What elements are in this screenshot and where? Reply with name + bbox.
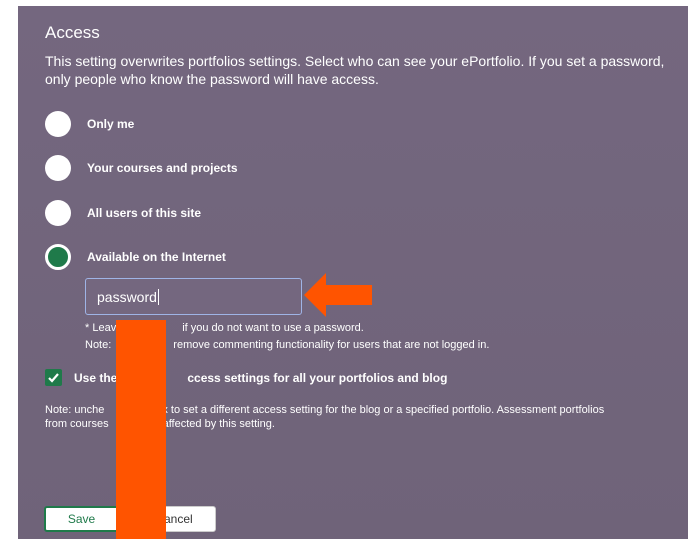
note-text: Note: <box>85 339 112 351</box>
radio-circle-selected[interactable] <box>45 244 71 270</box>
radio-available-internet[interactable]: Available on the Internet <box>45 243 226 271</box>
arrow-left-icon <box>304 273 372 317</box>
password-input[interactable] <box>85 278 302 315</box>
access-description: This setting overwrites portfolios setti… <box>45 53 665 87</box>
access-title: Access <box>45 23 100 42</box>
save-button[interactable]: Save <box>44 506 119 532</box>
radio-label: Your courses and projects <box>87 161 238 175</box>
redaction-bar <box>116 320 166 539</box>
check-icon[interactable] <box>45 369 62 386</box>
radio-your-courses[interactable]: Your courses and projects <box>45 154 238 182</box>
radio-label: Available on the Internet <box>87 250 226 264</box>
apply-all-checkbox-row[interactable]: Use the ccess settings for all your portf… <box>45 369 447 386</box>
radio-circle[interactable] <box>45 200 71 226</box>
radio-circle[interactable] <box>45 155 71 181</box>
radio-circle[interactable] <box>45 111 71 137</box>
note-text: * Leav <box>85 322 117 334</box>
radio-all-users[interactable]: All users of this site <box>45 199 201 227</box>
note-text: if you do not want to use a password. <box>182 322 364 334</box>
text-caret <box>158 289 159 305</box>
radio-label: All users of this site <box>87 206 202 220</box>
radio-only-me[interactable]: Only me <box>45 110 134 138</box>
note-text: remove commenting functionality for user… <box>173 339 490 351</box>
radio-label: Only me <box>87 117 135 131</box>
